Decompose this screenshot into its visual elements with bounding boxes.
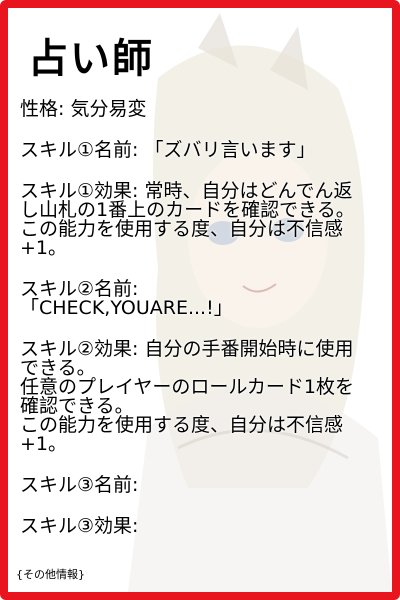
skill2-effect-line: この能力を使用する度、自分は不信感 — [20, 414, 344, 436]
personality-line: 性格: 気分易変 — [20, 98, 147, 120]
skill3-effect: スキル③効果: — [20, 515, 139, 537]
skill1-name: スキル①名前: 「ズバリ言います」 — [20, 139, 316, 161]
other-info-note: {その他情報} — [16, 568, 85, 581]
skill2-name-line: 「CHECK,YOUARE...!」 — [20, 297, 233, 319]
card-title: 占い師 — [28, 36, 154, 82]
skill2-effect-line: +1。 — [20, 433, 68, 455]
skill1-effect-line: +1。 — [20, 237, 68, 259]
skill3-name: スキル③名前: — [20, 474, 139, 496]
role-card: 占い師 性格: 気分易変 スキル①名前: 「ズバリ言います」 スキル①効果: 常… — [0, 0, 400, 600]
skill1-effect-line: この能力を使用する度、自分は不信感 — [20, 218, 344, 240]
card-text: 性格: 気分易変 スキル①名前: 「ズバリ言います」 スキル①効果: 常時、自分… — [20, 100, 382, 536]
